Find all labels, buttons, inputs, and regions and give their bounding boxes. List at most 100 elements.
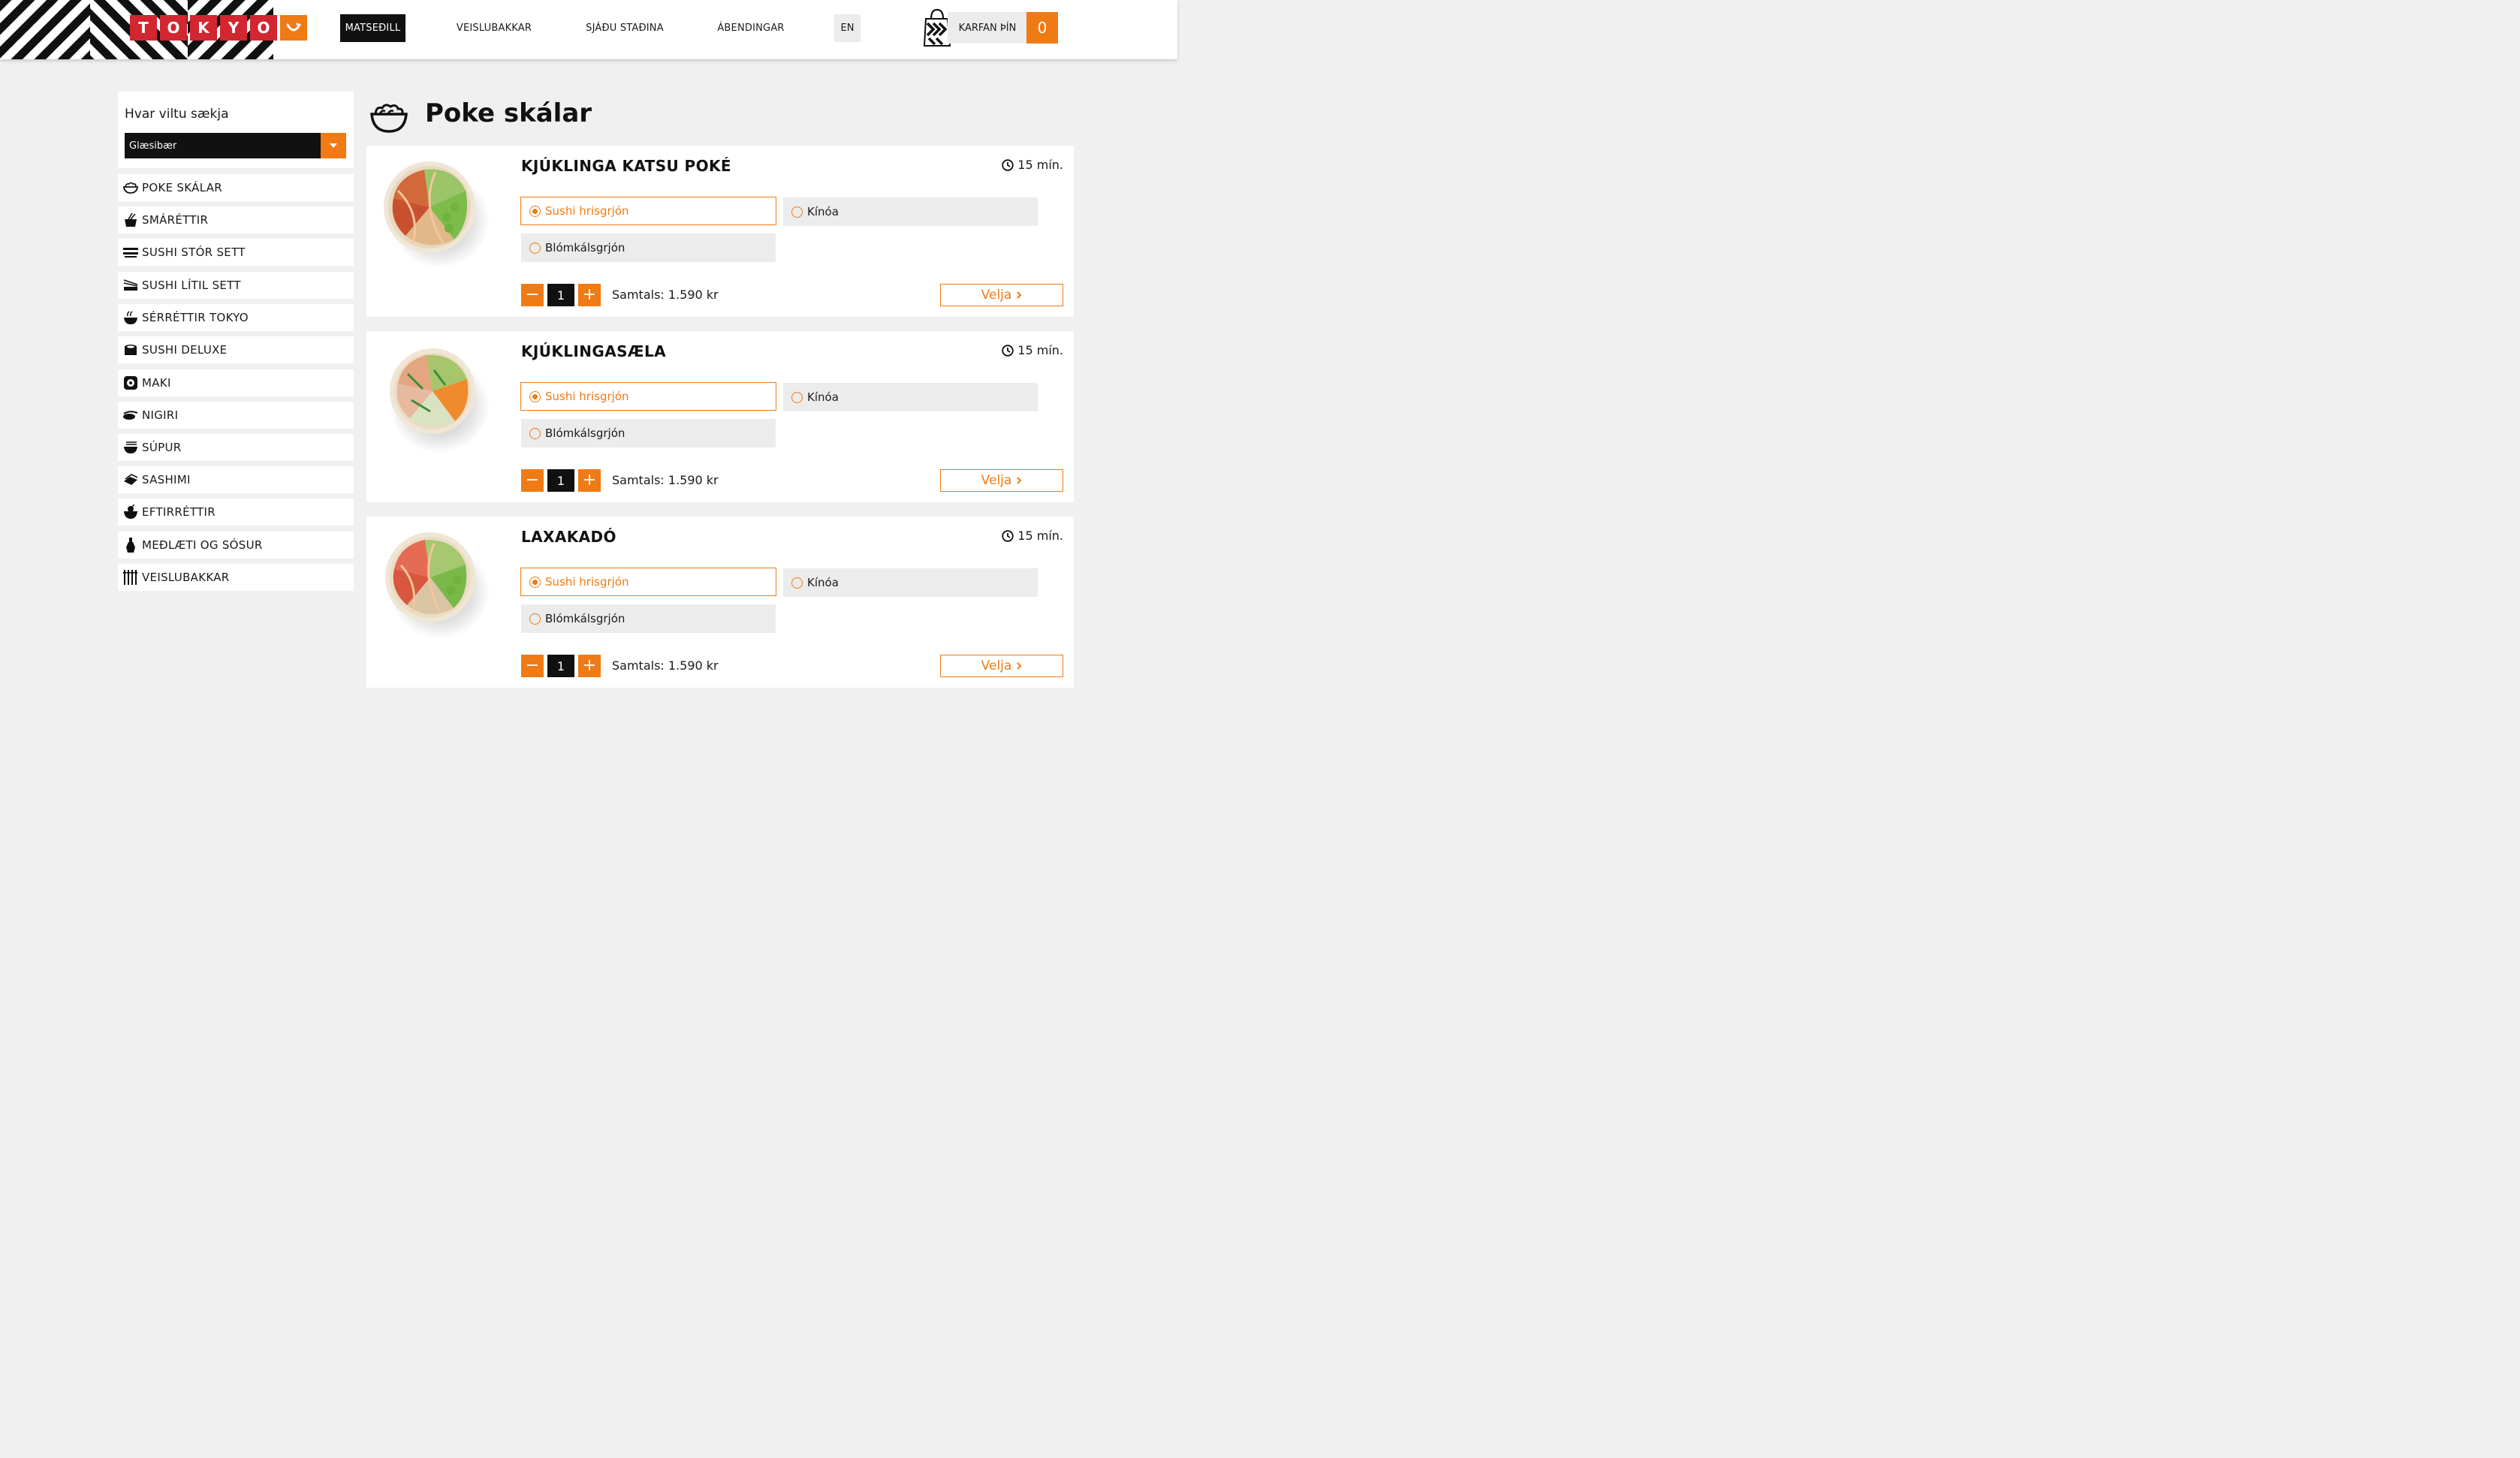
radio-unselected[interactable] (529, 427, 541, 439)
category-nigiri[interactable]: NIGIRI (118, 402, 354, 429)
increase-quantity-button[interactable]: + (578, 469, 601, 492)
nav-feedback[interactable]: ÁBENDINGAR (712, 14, 790, 42)
prep-time: 15 mín. (1002, 158, 1063, 172)
decrease-quantity-button[interactable]: − (521, 469, 544, 492)
select-button[interactable]: Velja (940, 284, 1063, 306)
product-name: KJÚKLINGASÆLA (521, 342, 667, 360)
option-label: Blómkálsgrjón (545, 241, 625, 255)
chevron-right-icon (1017, 291, 1022, 299)
category-label: MAKI (142, 376, 171, 390)
radio-unselected[interactable] (791, 206, 803, 218)
total-price: Samtals: 1.590 kr (612, 473, 719, 487)
logo-letter: O (160, 15, 187, 41)
option-label: Kínóa (807, 205, 839, 218)
nav-menu[interactable]: MATSEÐILL (340, 14, 405, 42)
cart-button[interactable]: KARFAN ÞÍN (948, 12, 1027, 44)
radio-unselected[interactable] (791, 391, 803, 403)
select-button-label: Velja (981, 288, 1012, 303)
special-dish-icon (122, 310, 139, 325)
option-label: Sushi hrisgrjón (545, 390, 629, 403)
decrease-quantity-button[interactable]: − (521, 655, 544, 677)
select-button[interactable]: Velja (940, 469, 1063, 492)
small-dish-icon (122, 212, 139, 227)
sashimi-icon (122, 472, 139, 487)
prep-time: 15 mín. (1002, 529, 1063, 543)
category-medlaeti-og-sosur[interactable]: MEÐLÆTI OG SÓSUR (118, 532, 354, 559)
radio-selected[interactable] (529, 576, 541, 588)
option-label: Blómkálsgrjón (545, 612, 625, 625)
chevron-down-icon[interactable] (321, 133, 346, 158)
bowl-icon (369, 101, 408, 133)
nav-platters[interactable]: VEISLUBAKKAR (449, 14, 539, 42)
logo-letter: Y (220, 15, 247, 41)
select-button-label: Velja (981, 473, 1012, 488)
logo-letter: K (190, 15, 217, 41)
radio-unselected[interactable] (791, 577, 803, 589)
nav-locations[interactable]: SJÁÐU STAÐINA (578, 14, 671, 42)
category-sushi-stor-sett[interactable]: SUSHI STÓR SETT (118, 239, 354, 266)
radio-unselected[interactable] (529, 613, 541, 625)
pickup-location-select[interactable]: Glæsibær (125, 133, 346, 158)
product-card: LAXAKADÓ 15 mín. Sushi hrisgrjón Kínóa B… (366, 517, 1074, 688)
chevron-right-icon (1017, 662, 1022, 670)
sushi-boat-icon (122, 245, 139, 260)
chevron-right-icon (1017, 477, 1022, 484)
category-label: SASHIMI (142, 473, 191, 487)
category-sushi-deluxe[interactable]: SUSHI DELUXE (118, 336, 354, 363)
category-label: SÚPUR (142, 441, 182, 454)
category-label: MEÐLÆTI OG SÓSUR (142, 538, 263, 552)
category-label: SÉRRÉTTIR TOKYO (142, 311, 249, 324)
option-label: Sushi hrisgrjón (545, 204, 629, 218)
logo-letter: O (250, 15, 277, 41)
radio-selected[interactable] (529, 390, 541, 402)
option-quinoa[interactable]: Kínóa (783, 197, 1038, 226)
clock-icon (1002, 529, 1014, 542)
category-poke-skalar[interactable]: POKE SKÁLAR (118, 174, 354, 201)
product-image (389, 348, 476, 435)
category-eftirrettir[interactable]: EFTIRRÉTTIR (118, 499, 354, 526)
radio-unselected[interactable] (529, 242, 541, 254)
product-name: LAXAKADÓ (521, 528, 616, 546)
category-maki[interactable]: MAKI (118, 369, 354, 396)
category-sashimi[interactable]: SASHIMI (118, 466, 354, 493)
decrease-quantity-button[interactable]: − (521, 284, 544, 306)
category-label: EFTIRRÉTTIR (142, 505, 216, 519)
option-cauliflower-rice[interactable]: Blómkálsgrjón (521, 419, 776, 447)
product-image (383, 161, 477, 255)
sushi-deluxe-icon (122, 342, 139, 357)
option-quinoa[interactable]: Kínóa (783, 383, 1038, 411)
product-card: KJÚKLINGA KATSU POKÉ 15 mín. Sushi hrisg… (366, 146, 1074, 317)
nigiri-icon (122, 408, 139, 423)
category-supur[interactable]: SÚPUR (118, 434, 354, 461)
language-toggle[interactable]: EN (834, 14, 861, 42)
increase-quantity-button[interactable]: + (578, 655, 601, 677)
option-sushi-rice[interactable]: Sushi hrisgrjón (520, 568, 776, 596)
sauce-bottle-icon (122, 538, 139, 553)
option-sushi-rice[interactable]: Sushi hrisgrjón (520, 197, 776, 225)
site-header: T O K Y O MATSEÐILL VEISLUBAKKAR SJÁÐU S… (0, 0, 1177, 59)
total-price: Samtals: 1.590 kr (612, 288, 719, 302)
select-button[interactable]: Velja (940, 655, 1063, 677)
category-sushi-litil-sett[interactable]: SUSHI LÍTIL SETT (118, 272, 354, 299)
category-veislubakkar[interactable]: VEISLUBAKKAR (118, 564, 354, 591)
category-serrettir-tokyo[interactable]: SÉRRÉTTIR TOKYO (118, 304, 354, 331)
pickup-location-panel: Hvar viltu sækja Glæsibær (118, 92, 354, 168)
cart-count-badge[interactable]: 0 (1026, 12, 1058, 44)
increase-quantity-button[interactable]: + (578, 284, 601, 306)
radio-selected[interactable] (529, 205, 541, 217)
category-label: POKE SKÁLAR (142, 181, 222, 194)
quantity-value[interactable]: 1 (547, 655, 574, 677)
tokyo-logo[interactable]: T O K Y O (130, 15, 307, 41)
total-price: Samtals: 1.590 kr (612, 658, 719, 673)
prep-time-value: 15 mín. (1017, 158, 1063, 172)
category-label: NIGIRI (142, 408, 179, 422)
category-label: SMÁRÉTTIR (142, 213, 209, 227)
option-cauliflower-rice[interactable]: Blómkálsgrjón (521, 233, 776, 262)
option-quinoa[interactable]: Kínóa (783, 568, 1038, 597)
quantity-value[interactable]: 1 (547, 469, 574, 492)
category-smarettir[interactable]: SMÁRÉTTIR (118, 206, 354, 233)
quantity-value[interactable]: 1 (547, 284, 574, 306)
option-sushi-rice[interactable]: Sushi hrisgrjón (520, 382, 776, 411)
option-cauliflower-rice[interactable]: Blómkálsgrjón (521, 604, 776, 633)
prep-time-value: 15 mín. (1017, 343, 1063, 357)
